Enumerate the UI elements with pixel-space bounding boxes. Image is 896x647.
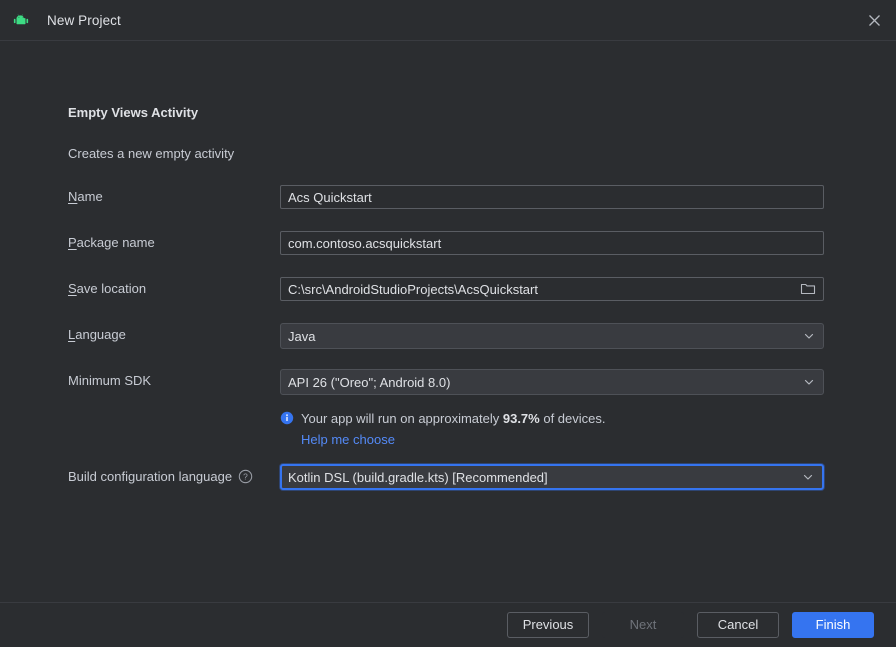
cancel-button[interactable]: Cancel <box>697 612 779 638</box>
form-row-build-configuration-language: Build configuration language? Kotlin DSL… <box>68 465 856 489</box>
label-package-name: Package name <box>68 231 268 255</box>
dialog-title-bar: New Project <box>0 0 896 41</box>
label-save-location: Save location <box>68 277 268 301</box>
svg-text:?: ? <box>243 472 248 482</box>
folder-icon[interactable] <box>800 281 816 297</box>
form-row-minimum-sdk: Minimum SDK API 26 ("Oreo"; Android 8.0) <box>68 369 856 393</box>
label-language: Language <box>68 323 268 347</box>
form-row-package-name: Package name <box>68 231 856 255</box>
chevron-down-icon <box>803 330 815 342</box>
android-robot-icon <box>12 11 30 29</box>
template-title: Empty Views Activity <box>68 105 198 120</box>
help-circle-icon[interactable]: ? <box>238 469 253 484</box>
package-name-input[interactable] <box>280 231 824 255</box>
form-row-name: Name <box>68 185 856 209</box>
form-row-save-location: Save location <box>68 277 856 301</box>
sdk-info-text-after: of devices. <box>540 411 606 426</box>
sdk-info-percent: 93.7% <box>503 411 540 426</box>
save-location-input[interactable] <box>280 277 824 301</box>
label-minimum-sdk: Minimum SDK <box>68 369 268 393</box>
help-me-choose-link[interactable]: Help me choose <box>301 431 606 448</box>
sdk-info-block: Your app will run on approximately 93.7%… <box>280 410 606 448</box>
sdk-info-text: Your app will run on approximately 93.7%… <box>301 410 606 427</box>
close-icon <box>868 14 881 27</box>
language-value: Java <box>288 329 315 344</box>
finish-button[interactable]: Finish <box>792 612 874 638</box>
dialog-body: Empty Views Activity Creates a new empty… <box>0 41 896 601</box>
dialog-title: New Project <box>47 13 121 28</box>
form-row-language: Language Java <box>68 323 856 347</box>
chevron-down-icon <box>802 471 814 483</box>
info-icon <box>280 411 294 425</box>
build-configuration-language-dropdown[interactable]: Kotlin DSL (build.gradle.kts) [Recommend… <box>280 464 824 490</box>
sdk-info-text-before: Your app will run on approximately <box>301 411 503 426</box>
template-description: Creates a new empty activity <box>68 146 234 161</box>
previous-button[interactable]: Previous <box>507 612 589 638</box>
label-name: Name <box>68 185 268 209</box>
build-configuration-language-value: Kotlin DSL (build.gradle.kts) [Recommend… <box>288 470 548 485</box>
dialog-footer: Previous Next Cancel Finish <box>0 602 896 647</box>
label-build-configuration-language: Build configuration language? <box>68 465 280 489</box>
next-button: Next <box>602 612 684 638</box>
close-button[interactable] <box>852 0 896 41</box>
language-dropdown[interactable]: Java <box>280 323 824 349</box>
minimum-sdk-dropdown[interactable]: API 26 ("Oreo"; Android 8.0) <box>280 369 824 395</box>
minimum-sdk-value: API 26 ("Oreo"; Android 8.0) <box>288 375 450 390</box>
chevron-down-icon <box>803 376 815 388</box>
name-input[interactable] <box>280 185 824 209</box>
